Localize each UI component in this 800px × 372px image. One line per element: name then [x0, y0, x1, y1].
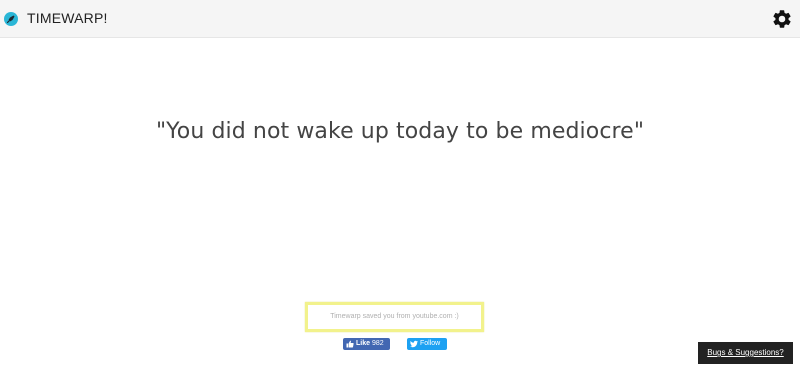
facebook-like-count: 982	[372, 340, 384, 347]
motivational-quote: "You did not wake up today to be mediocr…	[155, 119, 645, 144]
rocket-icon	[4, 12, 18, 26]
facebook-like-button[interactable]: Like 982	[343, 338, 390, 350]
twitter-bird-icon	[410, 340, 418, 348]
page: TIMEWARP! "You did not wake up today to …	[0, 0, 800, 372]
twitter-follow-button[interactable]: Follow	[407, 338, 447, 350]
bugs-suggestions-link[interactable]: Bugs & Suggestions?	[698, 342, 793, 364]
app-title: TIMEWARP!	[27, 10, 108, 26]
facebook-like-label: Like	[356, 340, 371, 347]
gear-icon[interactable]	[771, 8, 793, 30]
twitter-follow-label: Follow	[420, 340, 441, 347]
header-bar: TIMEWARP!	[0, 0, 800, 38]
redirect-notice-text: Timewarp saved you from youtube.com :)	[330, 313, 459, 320]
thumbs-up-icon	[346, 340, 354, 348]
redirect-notice: Timewarp saved you from youtube.com :)	[305, 302, 484, 332]
